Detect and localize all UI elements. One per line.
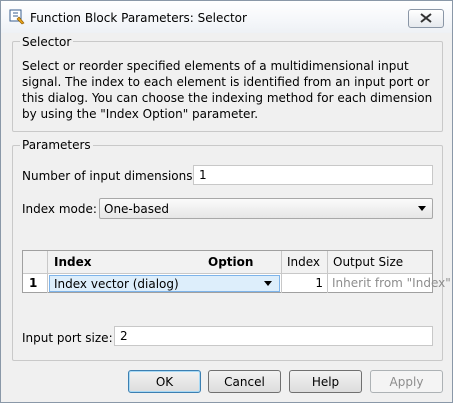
- apply-button: Apply: [370, 370, 443, 393]
- column-header-option: Option: [208, 255, 254, 269]
- column-header-index-option: Index Option: [48, 251, 282, 274]
- index-options-table: Index Option Index Output Size 1 Index v…: [22, 250, 451, 293]
- row-option-dropdown[interactable]: Index vector (dialog): [49, 275, 280, 292]
- input-port-size-input[interactable]: 2: [114, 326, 433, 346]
- num-dims-input[interactable]: 1: [193, 165, 433, 185]
- row-option-value: Index vector (dialog): [54, 277, 179, 291]
- index-mode-label: Index mode:: [22, 202, 97, 216]
- column-header-output-size: Output Size: [328, 251, 432, 274]
- row-option-select[interactable]: Index vector (dialog): [48, 274, 282, 293]
- block-description: Select or reorder specified elements of …: [22, 59, 433, 121]
- window-title: Function Block Parameters: Selector: [30, 11, 247, 25]
- parameters-title: Parameters: [20, 138, 93, 152]
- dropdown-arrow-icon: [418, 206, 426, 211]
- title-bar[interactable]: Function Block Parameters: Selector: [1, 1, 452, 33]
- column-header-index: Index: [54, 255, 92, 269]
- input-port-size-label: Input port size:: [22, 331, 113, 345]
- row-output-size: Inherit from "Index": [332, 276, 451, 290]
- row-index-value[interactable]: 1: [282, 274, 328, 293]
- index-mode-select[interactable]: One-based: [99, 198, 433, 219]
- help-button[interactable]: Help: [289, 370, 362, 393]
- table-row-number: 1: [23, 274, 48, 293]
- close-x-icon: [420, 13, 432, 23]
- num-dims-label: Number of input dimensions:: [22, 169, 197, 183]
- table-corner-header: [23, 251, 48, 274]
- close-button[interactable]: [408, 9, 444, 28]
- block-parameters-icon: [9, 9, 25, 25]
- dropdown-arrow-icon: [264, 281, 272, 286]
- ok-button[interactable]: OK: [128, 370, 201, 393]
- cancel-button[interactable]: Cancel: [208, 370, 281, 393]
- column-header-index-value: Index: [282, 251, 328, 274]
- block-name-title: Selector: [20, 35, 74, 49]
- index-mode-value: One-based: [104, 202, 169, 216]
- dialog-window: Function Block Parameters: Selector Sele…: [0, 0, 453, 403]
